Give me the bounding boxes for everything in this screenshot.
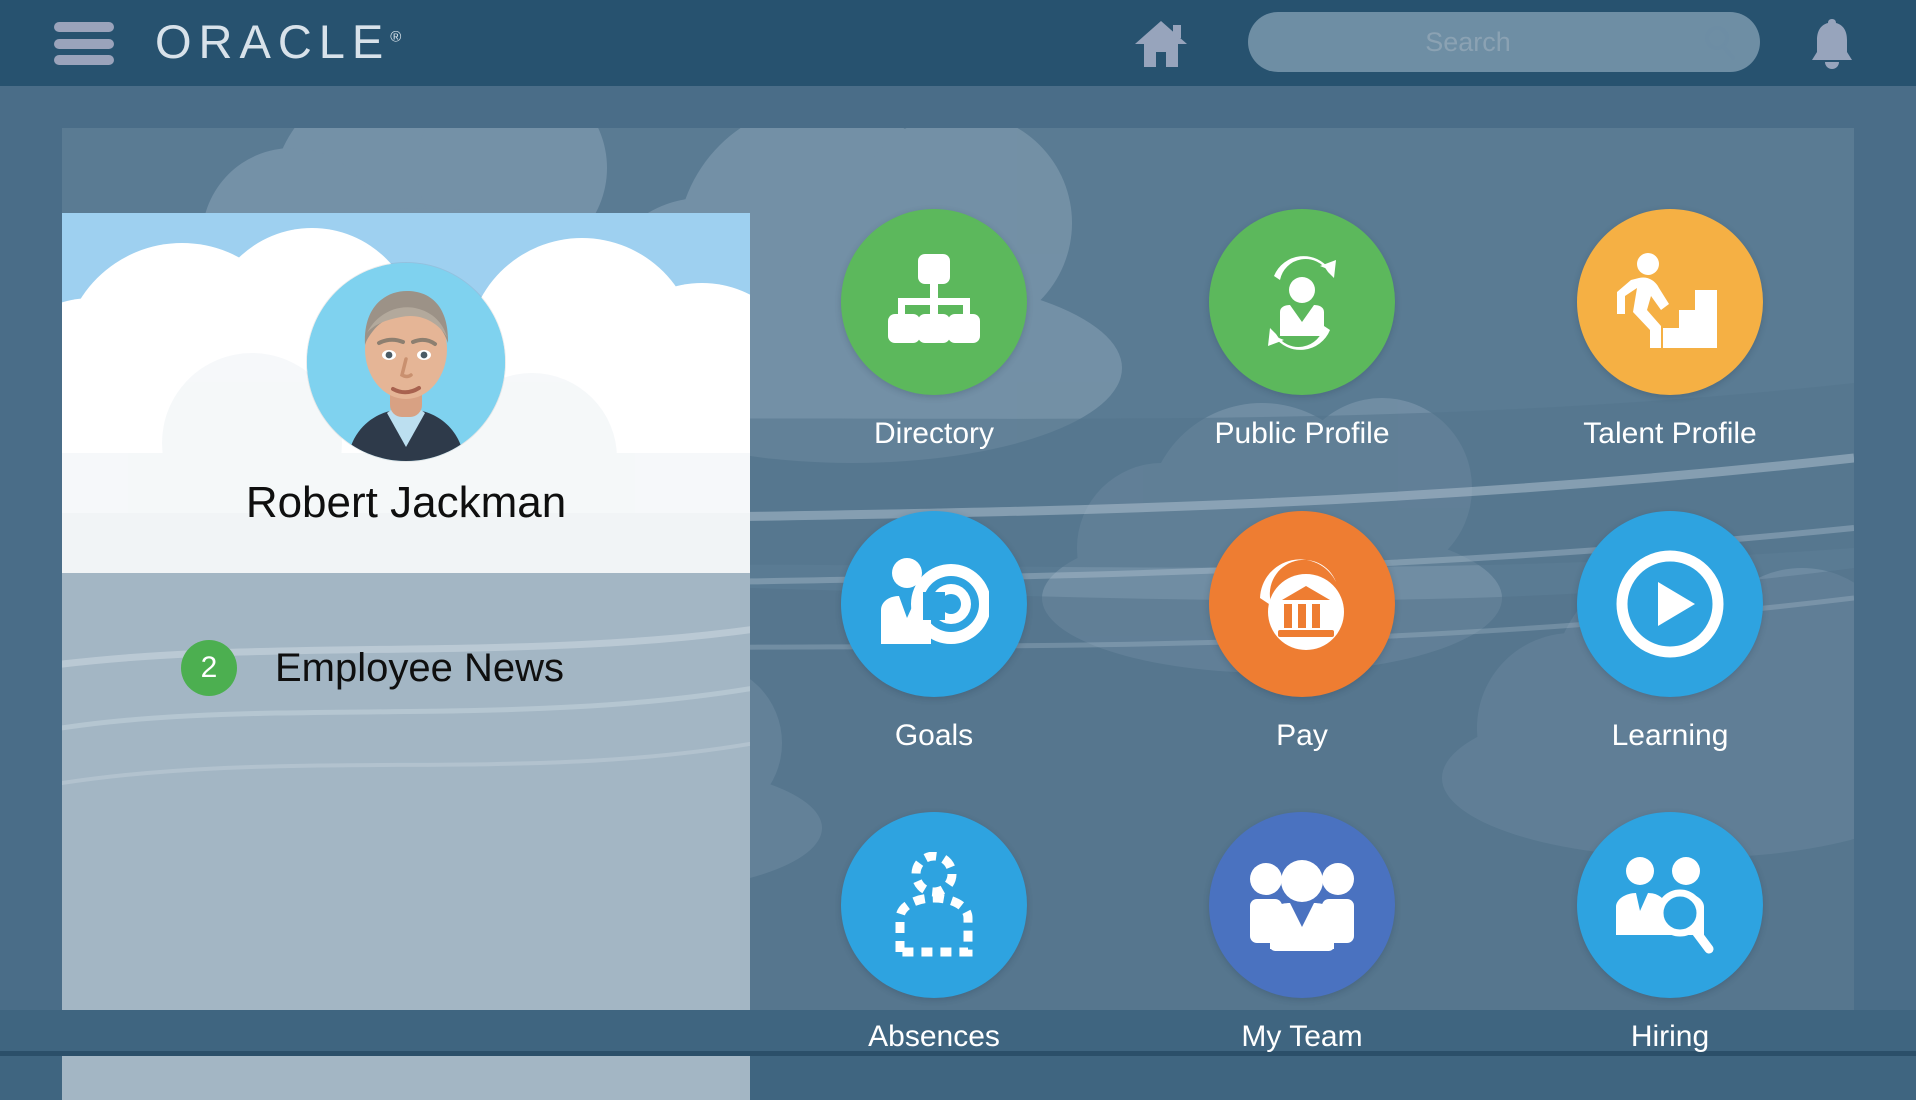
app-tile-hiring[interactable]: Hiring xyxy=(1486,794,1854,1096)
profile-name: Robert Jackman xyxy=(245,478,567,527)
home-icon[interactable] xyxy=(1133,18,1189,70)
org-chart-icon xyxy=(841,209,1027,395)
person-target-icon xyxy=(841,510,1027,697)
employee-news-label: Employee News xyxy=(275,645,565,690)
app-tile-label: Goals xyxy=(894,718,974,752)
app-tile-directory[interactable]: Directory xyxy=(750,191,1118,493)
oracle-logo[interactable]: ORACLE® xyxy=(155,14,401,69)
app-tile-label: Talent Profile xyxy=(1583,417,1757,450)
dashed-person-icon xyxy=(841,812,1027,999)
search-magnifier-icon[interactable] xyxy=(1702,25,1738,61)
hamburger-bar xyxy=(54,55,114,65)
app-tile-learning[interactable]: Learning xyxy=(1486,493,1854,795)
employee-news-row[interactable]: 2 Employee News xyxy=(62,623,750,713)
notification-bell-icon[interactable] xyxy=(1808,16,1856,72)
hamburger-menu-icon[interactable] xyxy=(54,22,114,65)
hamburger-bar xyxy=(54,38,114,49)
hamburger-bar xyxy=(54,22,114,32)
profile-card[interactable]: Robert Jackman xyxy=(62,213,750,573)
search-box[interactable] xyxy=(1248,12,1760,72)
app-tile-label: Public Profile xyxy=(1214,417,1390,450)
app-tile-label: Absences xyxy=(868,1020,1000,1054)
search-input[interactable] xyxy=(1248,12,1688,72)
app-tile-label: Pay xyxy=(1276,718,1328,752)
page-body: Robert Jackman 2 Employee News Directory… xyxy=(0,86,1916,1100)
app-tile-label: Learning xyxy=(1611,718,1729,752)
bank-building-icon xyxy=(1209,510,1395,697)
registered-trademark-mark: ® xyxy=(390,28,402,46)
play-circle-icon xyxy=(1577,510,1763,697)
app-tile-pay[interactable]: Pay xyxy=(1118,493,1486,795)
app-tile-label: My Team xyxy=(1241,1020,1363,1054)
avatar xyxy=(307,263,505,461)
app-tile-talent-profile[interactable]: Talent Profile xyxy=(1486,191,1854,493)
person-refresh-icon xyxy=(1209,209,1395,395)
employee-news-count-badge: 2 xyxy=(181,640,237,696)
person-search-icon xyxy=(1577,812,1763,999)
person-stairs-icon xyxy=(1577,209,1763,395)
app-tile-label: Hiring xyxy=(1630,1020,1710,1054)
app-tile-my-team[interactable]: My Team xyxy=(1118,794,1486,1096)
oracle-wordmark: ORACLE xyxy=(155,15,391,68)
app-tile-label: Directory xyxy=(873,417,994,450)
app-tile-goals[interactable]: Goals xyxy=(750,493,1118,795)
app-tile-absences[interactable]: Absences xyxy=(750,794,1118,1096)
top-navigation-bar: ORACLE® xyxy=(0,0,1916,86)
app-icon-grid: Directory Public Profile Talent Profile … xyxy=(750,191,1854,1096)
people-group-icon xyxy=(1209,812,1395,999)
app-tile-public-profile[interactable]: Public Profile xyxy=(1118,191,1486,493)
